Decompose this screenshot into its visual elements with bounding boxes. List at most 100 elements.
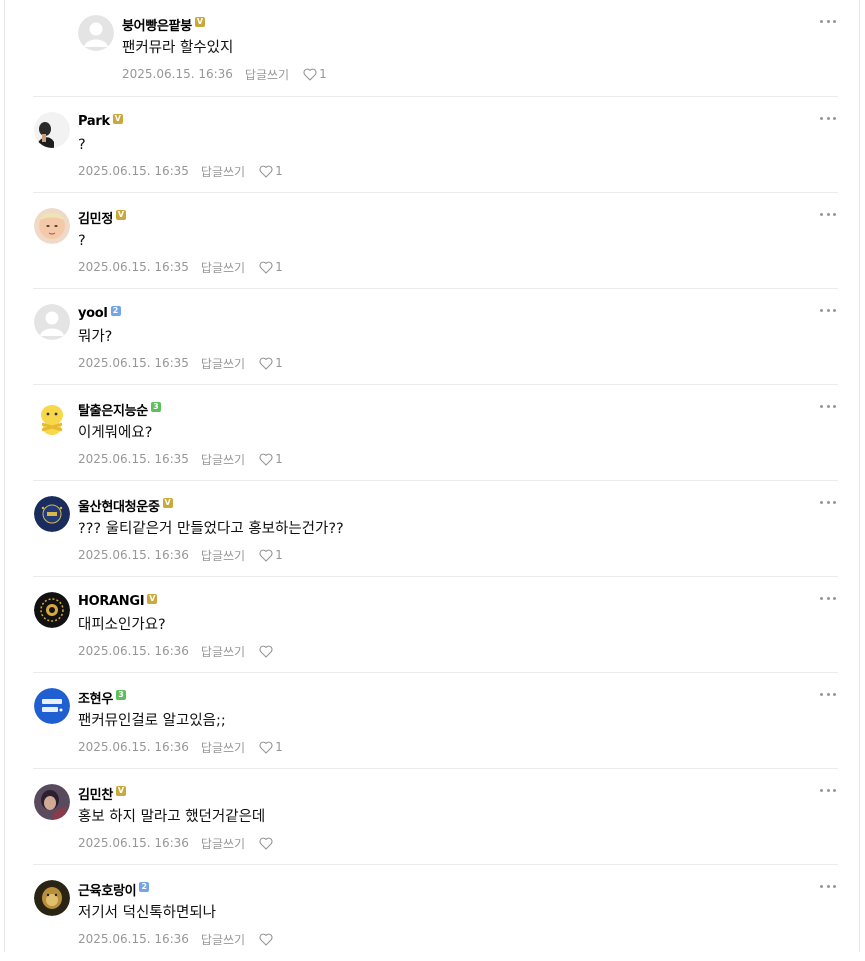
reply-button[interactable]: 답글쓰기 [201, 547, 245, 564]
like-button[interactable]: 1 [259, 164, 283, 178]
comment-section: 붕어빵은팥붕 V 팬커뮤라 할수있지 2025.06.15. 16:36 답글쓰… [4, 0, 860, 952]
avatar[interactable] [34, 496, 70, 532]
comment-text: ? [78, 233, 86, 249]
reply-button[interactable]: 답글쓰기 [201, 739, 245, 756]
avatar[interactable] [34, 880, 70, 916]
like-count: 1 [275, 740, 283, 754]
member-level-badge: V [162, 498, 173, 508]
comment-date: 2025.06.15. 16:35 [78, 164, 189, 178]
reply-button[interactable]: 답글쓰기 [201, 259, 245, 276]
heart-outline-icon [259, 165, 273, 178]
comment-text: 홍보 하지 말라고 했던거같은데 [78, 809, 266, 825]
comment-author[interactable]: 김민찬 [78, 784, 113, 803]
comment-text: 이게뭐에요? [78, 425, 153, 441]
like-count: 1 [319, 67, 327, 81]
comment-text: 팬커뮤인걸로 알고있음;; [78, 713, 226, 729]
comment-author[interactable]: 울산현대청운중 [78, 496, 160, 515]
reply-button[interactable]: 답글쓰기 [245, 66, 289, 83]
like-count: 1 [275, 356, 283, 370]
comment-date: 2025.06.15. 16:36 [78, 836, 189, 850]
comment-item: 탈출은지능순 3 이게뭐에요? 2025.06.15. 16:35 답글쓰기 1 [33, 385, 838, 481]
like-button[interactable]: 1 [259, 260, 283, 274]
comment-date: 2025.06.15. 16:35 [78, 260, 189, 274]
heart-outline-icon [303, 68, 317, 81]
avatar[interactable] [78, 15, 114, 51]
like-button[interactable]: 1 [303, 67, 327, 81]
comment-date: 2025.06.15. 16:35 [78, 452, 189, 466]
comment-author[interactable]: 붕어빵은팥붕 [122, 15, 192, 34]
comment-date: 2025.06.15. 16:36 [78, 932, 189, 946]
member-level-badge: 2 [110, 306, 121, 316]
member-level-badge: V [115, 210, 126, 220]
comment-text: 팬커뮤라 할수있지 [122, 40, 234, 56]
more-dots-icon[interactable] [820, 593, 836, 603]
comment-item: 김민찬 V 홍보 하지 말라고 했던거같은데 2025.06.15. 16:36… [33, 769, 838, 865]
member-level-badge: V [194, 17, 205, 27]
comment-text: ??? 울티같은거 만들었다고 홍보하는건가?? [78, 521, 344, 537]
comment-date: 2025.06.15. 16:36 [122, 67, 233, 81]
comment-item: 울산현대청운중 V ??? 울티같은거 만들었다고 홍보하는건가?? 2025.… [33, 481, 838, 577]
like-button[interactable]: 1 [259, 452, 283, 466]
reply-button[interactable]: 답글쓰기 [201, 451, 245, 468]
member-level-badge: V [147, 594, 158, 604]
heart-outline-icon [259, 357, 273, 370]
comment-item: 김민정 V ? 2025.06.15. 16:35 답글쓰기 1 [33, 193, 838, 289]
like-count: 1 [275, 164, 283, 178]
comment-date: 2025.06.15. 16:35 [78, 356, 189, 370]
reply-button[interactable]: 답글쓰기 [201, 355, 245, 372]
more-dots-icon[interactable] [820, 305, 836, 315]
comment-author[interactable]: Park [78, 114, 110, 129]
avatar[interactable] [34, 784, 70, 820]
heart-outline-icon [259, 261, 273, 274]
comment-item: 근육호랑이 2 저기서 덕신톡하면되나 2025.06.15. 16:36 답글… [33, 865, 838, 961]
like-button[interactable] [259, 645, 275, 658]
heart-outline-icon [259, 741, 273, 754]
heart-outline-icon [259, 933, 273, 946]
more-dots-icon[interactable] [820, 689, 836, 699]
member-level-badge: V [112, 114, 123, 124]
comment-author[interactable]: 탈출은지능순 [78, 400, 148, 419]
reply-button[interactable]: 답글쓰기 [201, 931, 245, 948]
like-button[interactable]: 1 [259, 356, 283, 370]
like-button[interactable] [259, 837, 275, 850]
comment-author[interactable]: 김민정 [78, 208, 113, 227]
avatar[interactable] [34, 592, 70, 628]
more-dots-icon[interactable] [820, 209, 836, 219]
comment-text: ? [78, 137, 86, 153]
member-level-badge: 2 [139, 882, 150, 892]
more-dots-icon[interactable] [820, 881, 836, 891]
comment-item: yool 2 뭐가? 2025.06.15. 16:35 답글쓰기 1 [33, 289, 838, 385]
comment-item: 붕어빵은팥붕 V 팬커뮤라 할수있지 2025.06.15. 16:36 답글쓰… [33, 0, 838, 97]
comment-text: 저기서 덕신톡하면되나 [78, 905, 217, 921]
like-count: 1 [275, 452, 283, 466]
comment-list: 붕어빵은팥붕 V 팬커뮤라 할수있지 2025.06.15. 16:36 답글쓰… [33, 0, 838, 961]
reply-button[interactable]: 답글쓰기 [201, 835, 245, 852]
comment-author[interactable]: yool [78, 306, 108, 321]
avatar[interactable] [34, 688, 70, 724]
avatar[interactable] [34, 112, 70, 148]
comment-date: 2025.06.15. 16:36 [78, 644, 189, 658]
avatar[interactable] [34, 208, 70, 244]
like-count: 1 [275, 260, 283, 274]
comment-author[interactable]: 근육호랑이 [78, 880, 137, 899]
comment-date: 2025.06.15. 16:36 [78, 740, 189, 754]
more-dots-icon[interactable] [820, 16, 836, 26]
comment-author[interactable]: HORANGI [78, 594, 145, 609]
comment-date: 2025.06.15. 16:36 [78, 548, 189, 562]
member-level-badge: 3 [150, 402, 161, 412]
like-button[interactable]: 1 [259, 740, 283, 754]
comment-item: Park V ? 2025.06.15. 16:35 답글쓰기 1 [33, 97, 838, 193]
comment-author[interactable]: 조현우 [78, 688, 113, 707]
reply-button[interactable]: 답글쓰기 [201, 643, 245, 660]
avatar[interactable] [34, 304, 70, 340]
more-dots-icon[interactable] [820, 401, 836, 411]
more-dots-icon[interactable] [820, 785, 836, 795]
more-dots-icon[interactable] [820, 497, 836, 507]
like-button[interactable] [259, 933, 275, 946]
more-dots-icon[interactable] [820, 113, 836, 123]
heart-outline-icon [259, 837, 273, 850]
heart-outline-icon [259, 549, 273, 562]
like-button[interactable]: 1 [259, 548, 283, 562]
reply-button[interactable]: 답글쓰기 [201, 163, 245, 180]
avatar[interactable] [34, 400, 70, 436]
